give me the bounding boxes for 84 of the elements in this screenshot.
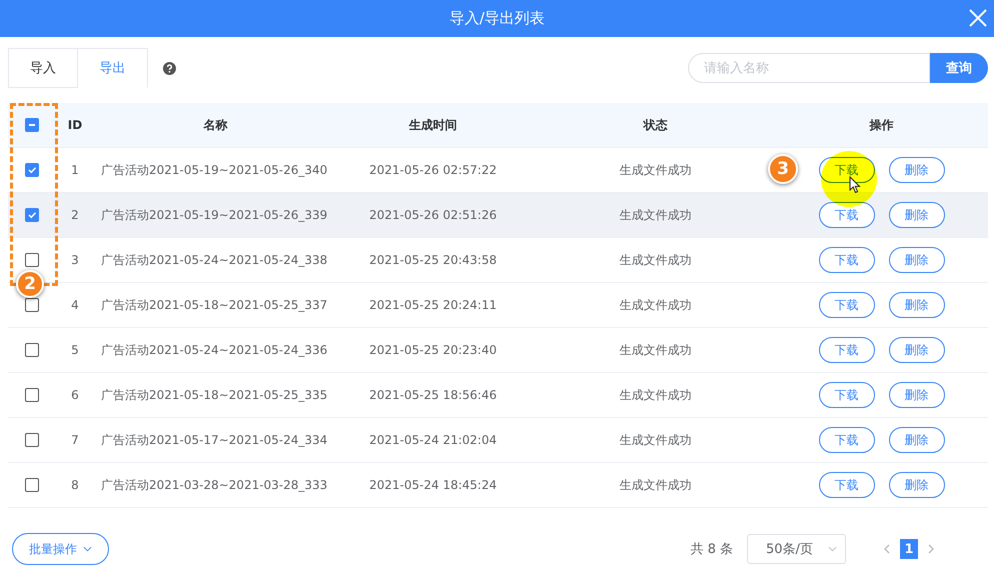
delete-button[interactable]: 删除 — [888, 292, 944, 318]
table-cell: 2021-05-25 20:24:11 — [369, 298, 497, 312]
column-header: 状态 — [644, 116, 668, 134]
row-checkbox[interactable] — [24, 388, 38, 402]
page-size-select[interactable]: 50条/页 — [747, 534, 846, 564]
download-button[interactable]: 下载 — [818, 202, 874, 228]
table-cell: 2021-05-25 20:23:40 — [369, 343, 497, 357]
step-badge: 2 — [16, 270, 44, 298]
search-button[interactable]: 查询 — [930, 53, 988, 83]
column-header: 操作 — [870, 116, 894, 134]
total-count: 共 8 条 — [690, 541, 733, 558]
table-row[interactable]: 7 广告活动2021-05-17~2021-05-24_334 2021-05-24 21:02:04 生成文件成功 下载 删除 — [8, 418, 988, 463]
select-all-checkbox[interactable] — [24, 118, 38, 132]
delete-button[interactable]: 删除 — [888, 427, 944, 453]
chevron-down-icon — [83, 546, 92, 552]
table-row[interactable]: 2 广告活动2021-05-19~2021-05-26_339 2021-05-26 02:51:26 生成文件成功 下载 删除 — [8, 193, 988, 238]
table-cell: 2021-05-24 18:45:24 — [369, 478, 497, 492]
close-icon[interactable] — [968, 8, 988, 28]
table-cell: 6 — [71, 388, 79, 402]
table-cell: 2021-05-24 21:02:04 — [369, 433, 497, 447]
table-cell: 生成文件成功 — [620, 386, 692, 404]
download-button[interactable]: 下载 — [818, 247, 874, 273]
table-cell: 2021-05-25 20:43:58 — [369, 253, 497, 267]
row-checkbox[interactable] — [24, 433, 38, 447]
table-cell: 1 — [71, 163, 79, 177]
batch-button[interactable]: 批量操作 — [12, 533, 109, 565]
tab[interactable]: 导出 — [78, 48, 148, 88]
row-checkbox[interactable] — [24, 298, 38, 312]
table-cell: 生成文件成功 — [620, 476, 692, 494]
step-badge: 3 — [768, 154, 798, 184]
page-button[interactable]: 1 — [900, 539, 918, 559]
download-button[interactable]: 下载 — [818, 292, 874, 318]
table-row[interactable]: 6 广告活动2021-05-18~2021-05-25_335 2021-05-25 18:56:46 生成文件成功 下载 删除 — [8, 373, 988, 418]
table-cell: 7 — [71, 433, 79, 447]
delete-button[interactable]: 删除 — [888, 382, 944, 408]
download-button[interactable]: 下载 — [818, 382, 874, 408]
column-header: 名称 — [204, 116, 228, 134]
table-cell: 5 — [71, 343, 79, 357]
table-cell: 生成文件成功 — [620, 296, 692, 314]
row-checkbox[interactable] — [24, 163, 38, 177]
row-checkbox[interactable] — [24, 343, 38, 357]
column-header: 生成时间 — [409, 116, 457, 134]
table-cell: 广告活动2021-05-19~2021-05-26_340 — [101, 162, 328, 178]
window-title: 导入/导出列表 — [449, 9, 545, 28]
row-checkbox[interactable] — [24, 208, 38, 222]
cursor-icon — [849, 176, 861, 194]
table-row[interactable]: 5 广告活动2021-05-24~2021-05-24_336 2021-05-25 20:23:40 生成文件成功 下载 删除 — [8, 328, 988, 373]
table-cell: 2 — [71, 208, 79, 222]
table-cell: 广告活动2021-05-18~2021-05-25_337 — [101, 296, 328, 314]
check-icon — [26, 165, 36, 175]
table-cell: 生成文件成功 — [620, 432, 692, 448]
table-cell: 广告活动2021-05-18~2021-05-25_335 — [101, 386, 328, 404]
tab[interactable]: 导入 — [8, 48, 78, 88]
table-row[interactable]: 8 广告活动2021-03-28~2021-03-28_333 2021-05-24 18:45:24 生成文件成功 下载 删除 — [8, 463, 988, 508]
table-cell: 生成文件成功 — [620, 162, 692, 178]
table-cell: 广告活动2021-03-28~2021-03-28_333 — [101, 476, 328, 494]
search-field[interactable]: 请输入名称 — [688, 53, 930, 83]
chevron-down-icon — [828, 546, 837, 552]
download-button[interactable]: 下载 — [818, 472, 874, 498]
delete-button[interactable]: 删除 — [888, 202, 944, 228]
table-cell: 2021-05-26 02:51:26 — [369, 208, 497, 222]
help-icon[interactable] — [163, 62, 176, 74]
table-cell: 广告活动2021-05-19~2021-05-26_339 — [101, 206, 328, 224]
row-checkbox[interactable] — [24, 253, 38, 267]
column-header: ID — [68, 118, 82, 132]
delete-button[interactable]: 删除 — [888, 472, 944, 498]
table-cell: 生成文件成功 — [620, 206, 692, 224]
delete-button[interactable]: 删除 — [888, 337, 944, 363]
table-cell: 广告活动2021-05-17~2021-05-24_334 — [101, 432, 328, 448]
check-icon — [26, 210, 36, 220]
table-cell: 广告活动2021-05-24~2021-05-24_336 — [101, 342, 328, 358]
table-cell: 8 — [71, 478, 79, 492]
download-button[interactable]: 下载 — [818, 427, 874, 453]
table-cell: 3 — [71, 253, 79, 267]
table-cell: 生成文件成功 — [620, 342, 692, 358]
table-cell: 生成文件成功 — [620, 252, 692, 268]
delete-button[interactable]: 删除 — [888, 247, 944, 273]
delete-button[interactable]: 删除 — [888, 157, 944, 183]
download-button[interactable]: 下载 — [818, 337, 874, 363]
table-cell: 广告活动2021-05-24~2021-05-24_338 — [101, 252, 328, 268]
table-cell: 2021-05-25 18:56:46 — [369, 388, 497, 402]
table-cell: 4 — [71, 298, 79, 312]
row-checkbox[interactable] — [24, 478, 38, 492]
table-cell: 2021-05-26 02:57:22 — [369, 163, 497, 177]
